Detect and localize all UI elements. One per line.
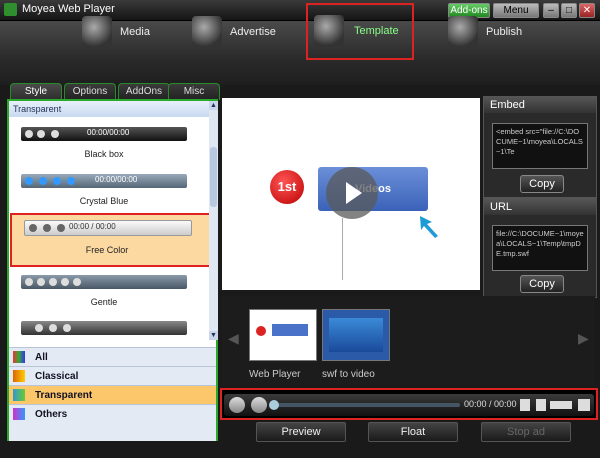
stop-button[interactable] <box>251 397 267 413</box>
url-code[interactable]: file://C:\DOCUME~1\moyea\LOCALS~1\Temp\t… <box>492 225 588 271</box>
skin-preview: 00:00/00:00 <box>21 127 187 141</box>
nav-template[interactable]: Template <box>306 3 414 60</box>
others-icon <box>13 408 25 420</box>
strip-left-arrow-icon[interactable]: ◀ <box>228 330 239 352</box>
scroll-up-icon[interactable]: ▲ <box>209 101 218 110</box>
tab-bar: Style Options AddOns Misc <box>8 83 220 100</box>
skin-time: 00:00/00:00 <box>87 128 130 137</box>
close-button[interactable]: ✕ <box>579 3 595 18</box>
url-copy-button[interactable]: Copy <box>520 275 564 293</box>
skin-list: Transparent 00:00/00:00 Black box 00:00/… <box>9 101 209 340</box>
publish-icon <box>448 16 478 48</box>
skin-preview <box>21 275 187 289</box>
category-list: All Classical Transparent Others <box>9 347 216 441</box>
skin-label: Crystal Blue <box>79 196 129 206</box>
thumbnail-label: Web Player <box>249 369 301 380</box>
float-button[interactable]: Float <box>368 422 458 442</box>
scroll-down-icon[interactable]: ▼ <box>209 331 218 340</box>
category-label: Classical <box>35 371 79 382</box>
tab-addons[interactable]: AddOns <box>118 83 170 100</box>
skin-preview: 00:00/00:00 <box>21 174 187 188</box>
skin-item-gentle[interactable]: Gentle <box>9 269 209 316</box>
category-others[interactable]: Others <box>9 404 216 424</box>
transparent-icon <box>13 389 25 401</box>
style-panel: Transparent 00:00/00:00 Black box 00:00/… <box>7 99 218 441</box>
skin-label: Black box <box>84 149 124 159</box>
scroll-thumb[interactable] <box>210 147 217 207</box>
tab-options[interactable]: Options <box>64 83 116 100</box>
preview-button[interactable]: Preview <box>256 422 346 442</box>
nav-label: Publish <box>486 26 523 38</box>
nav-advertise[interactable]: Advertise <box>192 8 292 56</box>
skin-label: Gentle <box>90 297 118 307</box>
skin-item-crystal-blue[interactable]: 00:00/00:00 Crystal Blue <box>9 168 209 215</box>
progress-knob[interactable] <box>269 400 279 410</box>
list-header: Transparent <box>9 101 209 117</box>
stop-ad-button[interactable]: Stop ad <box>481 422 571 442</box>
skin-time: 00:00 / 00:00 <box>69 222 116 231</box>
maximize-button[interactable]: □ <box>561 3 577 18</box>
advertise-icon <box>192 16 222 48</box>
skin-item-black-box[interactable]: 00:00/00:00 Black box <box>9 121 209 168</box>
tab-misc[interactable]: Misc <box>168 83 220 100</box>
skin-item-dark[interactable] <box>9 315 209 340</box>
first-badge: 1st <box>270 170 304 204</box>
embed-code[interactable]: <embed src="file://C:\DOCUME~1\moyea\LOC… <box>492 123 588 169</box>
list-scrollbar[interactable] <box>209 101 218 340</box>
thumbnail-swf-to-video[interactable] <box>322 309 390 361</box>
category-label: All <box>35 352 48 363</box>
play-overlay-icon[interactable] <box>326 167 378 219</box>
strip-right-arrow-icon[interactable]: ▶ <box>578 330 589 352</box>
progress-bar[interactable] <box>272 403 460 407</box>
playlist-icon[interactable] <box>520 399 530 411</box>
all-icon <box>13 351 25 363</box>
volume-level-icon[interactable] <box>550 401 572 409</box>
embed-panel: Embed <embed src="file://C:\DOCUME~1\moy… <box>483 96 597 198</box>
fullscreen-icon[interactable] <box>578 399 590 411</box>
nav-label: Advertise <box>230 26 276 38</box>
nav-label: Template <box>354 25 399 37</box>
embed-title: Embed <box>484 97 596 113</box>
category-all[interactable]: All <box>9 347 216 367</box>
connector-line <box>342 218 343 280</box>
nav-label: Media <box>120 26 150 38</box>
skin-item-free-color[interactable]: 00:00 / 00:00 Free Color <box>10 213 209 267</box>
nav-publish[interactable]: Publish <box>448 8 548 56</box>
url-panel: URL file://C:\DOCUME~1\moyea\LOCALS~1\Te… <box>483 198 597 298</box>
embed-copy-button[interactable]: Copy <box>520 175 564 193</box>
thumbnail-web-player[interactable] <box>249 309 317 361</box>
skin-preview: 00:00 / 00:00 <box>24 220 192 236</box>
volume-icon[interactable] <box>536 399 546 411</box>
category-classical[interactable]: Classical <box>9 366 216 386</box>
nav-media[interactable]: Media <box>82 8 172 56</box>
cursor-arrow-icon <box>420 216 438 238</box>
player-time: 00:00 / 00:00 <box>464 399 517 409</box>
skin-preview <box>21 321 187 335</box>
url-title: URL <box>484 199 596 215</box>
app-logo-icon <box>4 3 17 16</box>
category-label: Others <box>35 409 68 420</box>
thumbnail-label: swf to video <box>322 369 375 380</box>
play-button[interactable] <box>229 397 245 413</box>
skin-time: 00:00/00:00 <box>95 175 138 184</box>
category-transparent[interactable]: Transparent <box>9 385 216 405</box>
classical-icon <box>13 370 25 382</box>
film-icon <box>82 16 112 48</box>
template-icon <box>314 15 344 47</box>
tab-style[interactable]: Style <box>10 83 62 100</box>
category-label: Transparent <box>35 390 93 401</box>
skin-label: Free Color <box>85 245 129 255</box>
